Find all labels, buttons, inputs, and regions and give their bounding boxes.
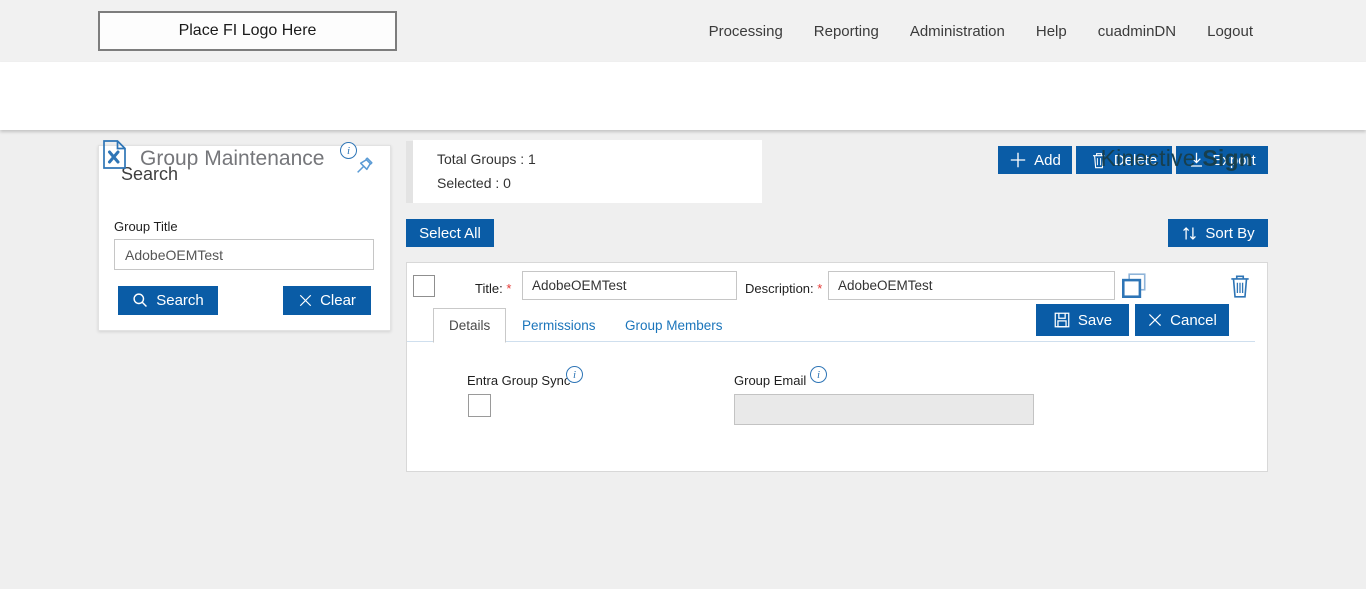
total-groups-label: Total Groups : [437, 151, 525, 167]
group-title-label: Group Title [114, 219, 178, 234]
entra-group-sync-info-icon[interactable]: i [566, 366, 583, 383]
tab-details[interactable]: Details [433, 308, 507, 343]
select-all-button[interactable]: Select All [406, 219, 494, 247]
brand-first: Kinective [1100, 145, 1196, 171]
description-required-marker: * [817, 281, 823, 296]
sort-arrows-icon [1183, 226, 1197, 240]
summary-box: Total Groups : 1 Selected : 0 [413, 140, 762, 203]
page-info-icon[interactable]: i [340, 142, 357, 159]
total-groups: Total Groups : 1 [437, 151, 536, 167]
cancel-x-icon [1149, 313, 1162, 327]
nav-administration[interactable]: Administration [910, 23, 1005, 40]
plus-icon [1010, 152, 1026, 168]
selected-value: 0 [503, 175, 511, 191]
clear-button-label: Clear [320, 292, 356, 309]
group-maintenance-icon [101, 139, 128, 175]
entra-group-sync-checkbox[interactable] [468, 394, 491, 417]
search-panel: Search Group Title Search Clear [98, 145, 391, 331]
add-button-label: Add [1034, 151, 1061, 169]
sort-by-button[interactable]: Sort By [1168, 219, 1268, 247]
copy-icon[interactable] [1119, 271, 1149, 304]
group-email-info-icon[interactable]: i [810, 366, 827, 383]
entra-group-sync-label: Entra Group Sync [467, 373, 571, 388]
clear-x-icon [299, 294, 312, 307]
nav-help[interactable]: Help [1036, 23, 1067, 40]
brand-second: Sign [1202, 145, 1253, 171]
save-button-label: Save [1077, 311, 1113, 329]
title-input[interactable] [522, 271, 737, 300]
group-row-checkbox[interactable] [413, 275, 435, 297]
sort-by-label: Sort By [1205, 224, 1255, 242]
search-button-label: Search [156, 292, 204, 309]
cancel-button-label: Cancel [1170, 311, 1217, 329]
vertical-scrollbar[interactable] [406, 141, 413, 203]
clear-button[interactable]: Clear [283, 286, 371, 315]
cancel-button[interactable]: Cancel [1135, 304, 1229, 336]
selected-count: Selected : 0 [437, 175, 511, 191]
add-button[interactable]: Add [998, 146, 1072, 174]
select-all-label: Select All [419, 224, 481, 242]
nav-logout[interactable]: Logout [1207, 23, 1253, 40]
save-floppy-icon [1054, 312, 1070, 328]
row-trash-icon[interactable] [1229, 273, 1251, 302]
group-email-input [734, 394, 1034, 425]
brand-logo: Kinective Sign [1101, 145, 1253, 172]
group-title-input[interactable] [114, 239, 374, 270]
title-required-marker: * [506, 281, 512, 296]
description-label: Description: * [745, 281, 823, 296]
group-email-label: Group Email [734, 373, 807, 388]
group-maintenance-screen: Place FI Logo Here Processing Reporting … [0, 0, 1366, 589]
nav-reporting[interactable]: Reporting [814, 23, 879, 40]
search-icon [133, 293, 148, 307]
top-navigation: Processing Reporting Administration Help… [709, 0, 1253, 62]
pushpin-icon[interactable] [350, 154, 376, 183]
description-input[interactable] [828, 271, 1115, 300]
selected-label: Selected : [437, 175, 500, 191]
topbar: Place FI Logo Here Processing Reporting … [0, 0, 1366, 62]
tab-permissions[interactable]: Permissions [507, 308, 611, 343]
total-groups-value: 1 [528, 151, 536, 167]
page-title: Group Maintenance [140, 147, 325, 170]
tab-group-members[interactable]: Group Members [610, 308, 738, 343]
title-label: Title: * [475, 281, 512, 296]
fi-logo-placeholder: Place FI Logo Here [98, 11, 397, 51]
nav-processing[interactable]: Processing [709, 23, 783, 40]
search-button[interactable]: Search [118, 286, 218, 315]
page-header: Group Maintenance i Kinective Sign [0, 62, 1366, 171]
group-row-card: Title: * Description: * Details [406, 262, 1268, 472]
nav-user-cuadmindn[interactable]: cuadminDN [1098, 23, 1176, 40]
save-button[interactable]: Save [1036, 304, 1129, 336]
fi-logo-text: Place FI Logo Here [178, 22, 317, 39]
